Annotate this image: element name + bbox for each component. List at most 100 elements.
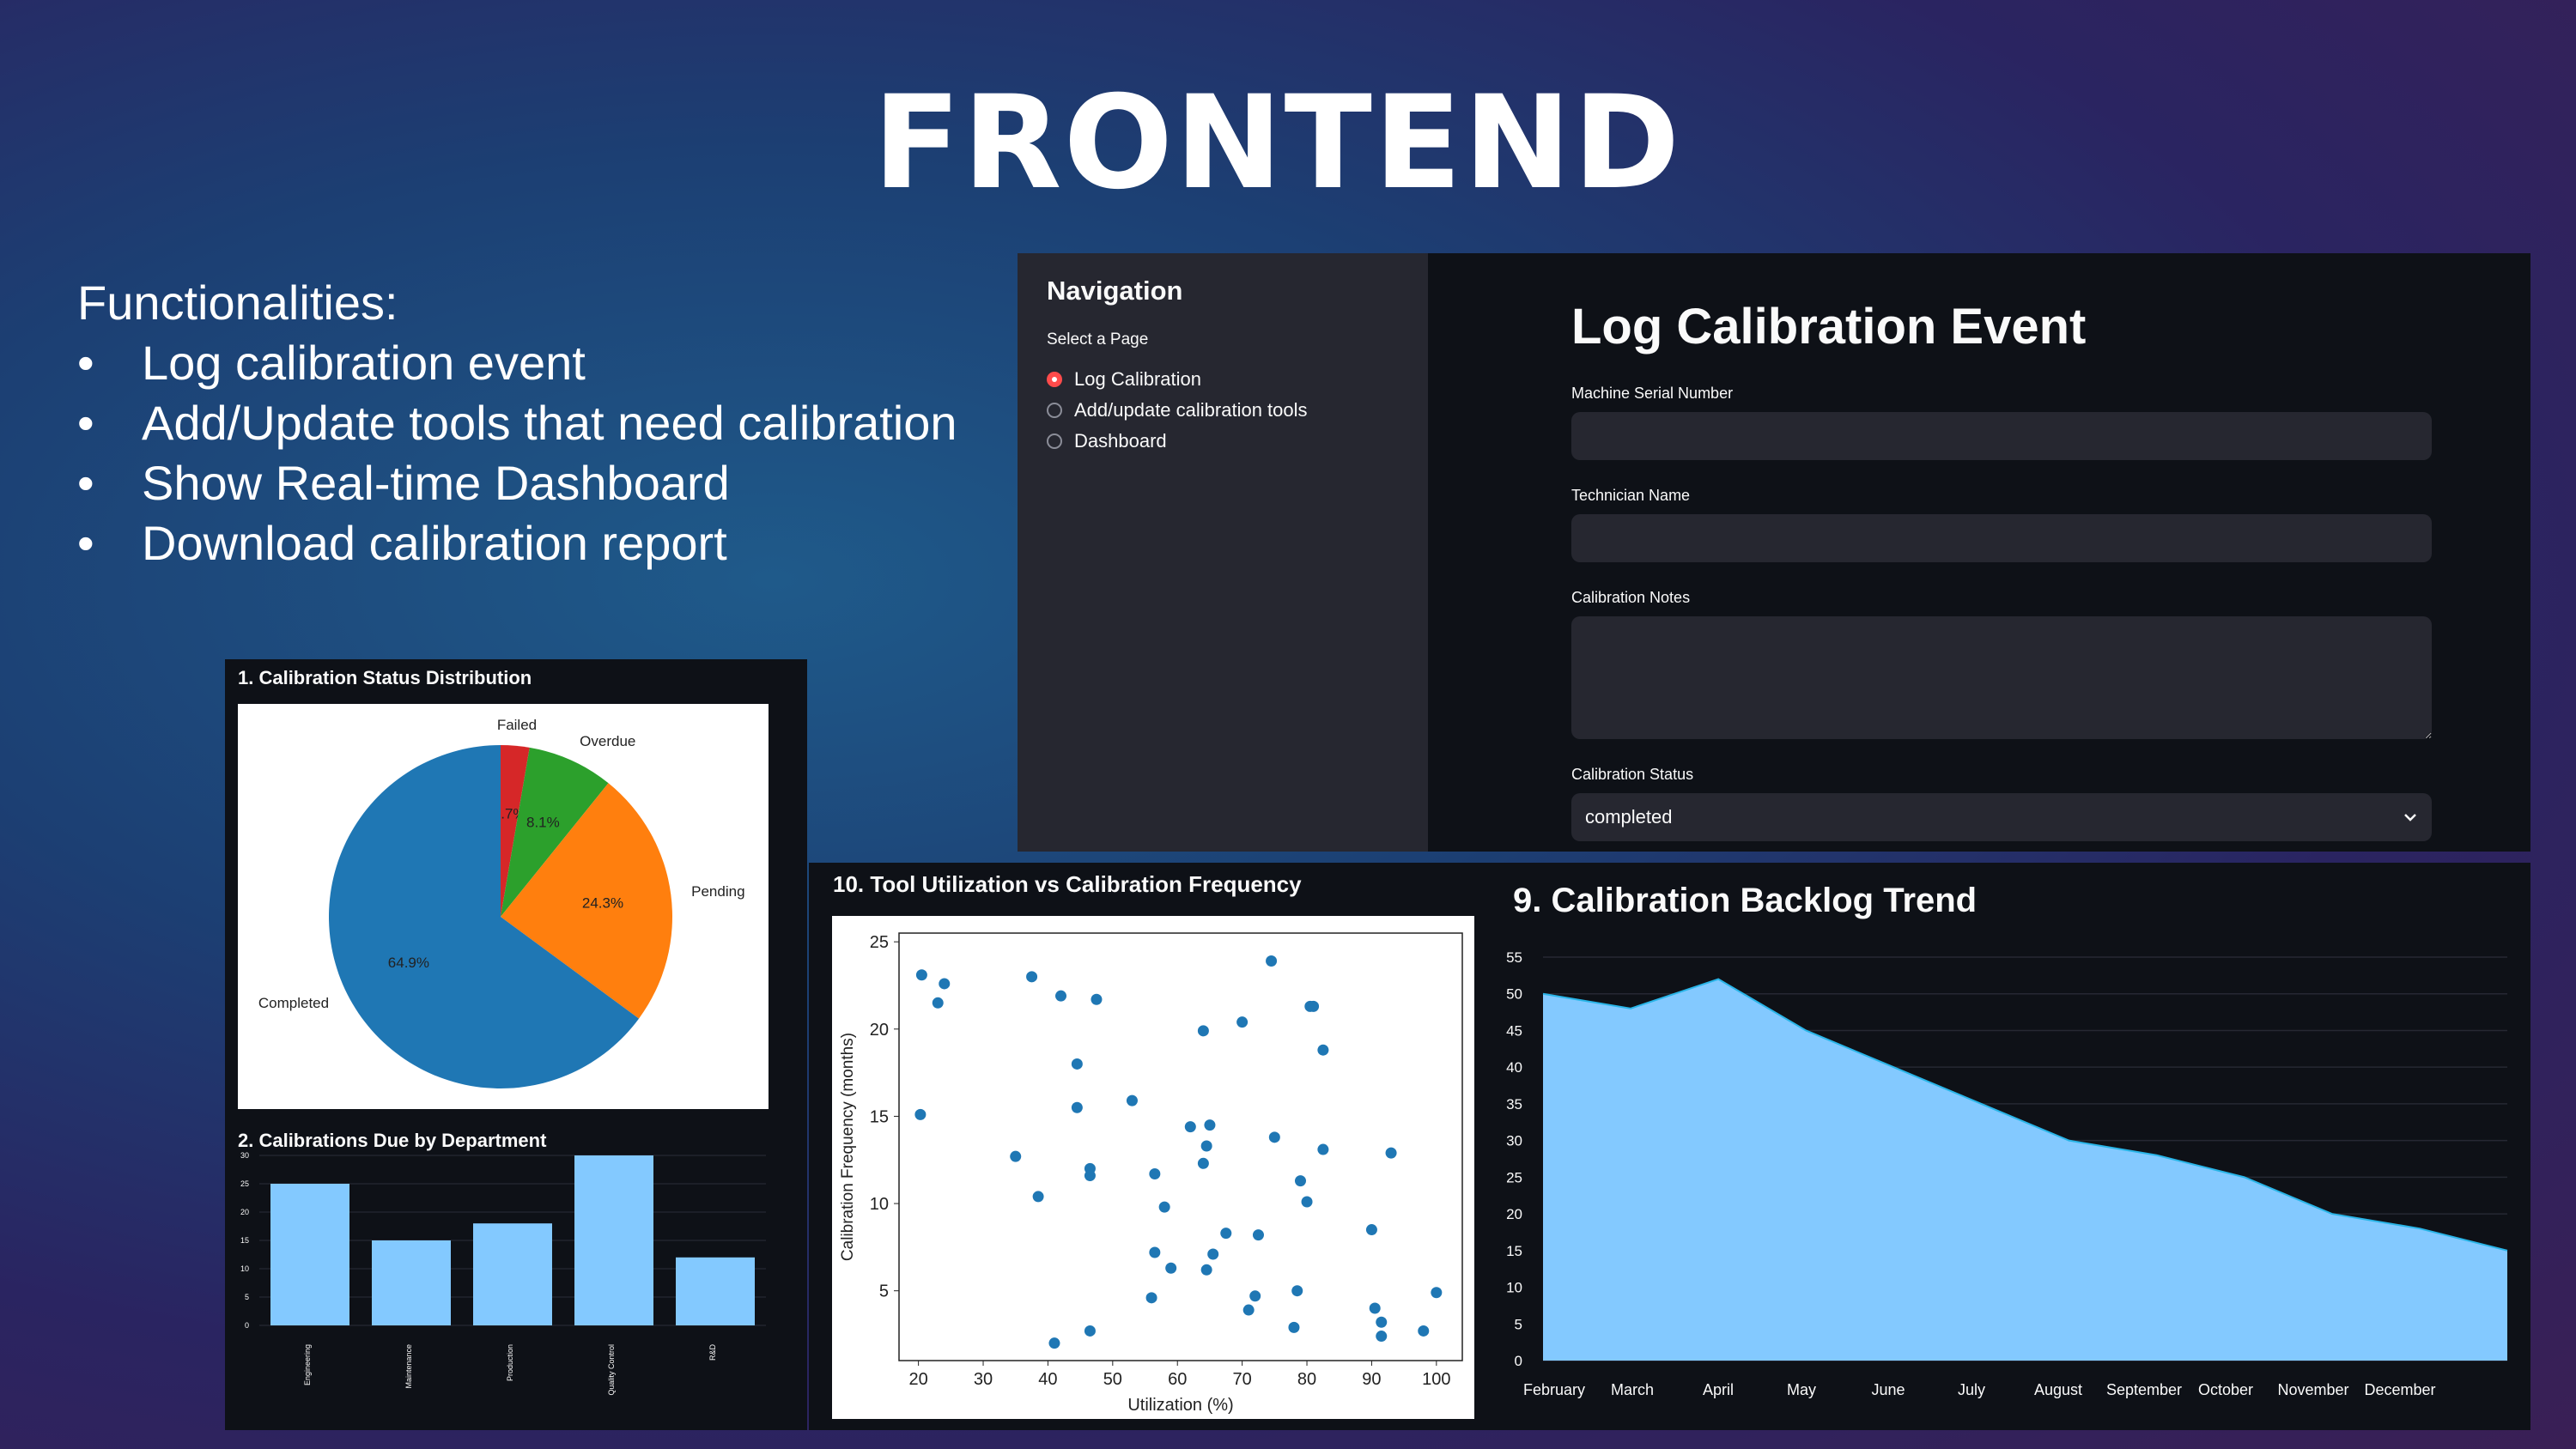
scatter-point: [1048, 1337, 1060, 1349]
area-xtick-label: July: [1958, 1381, 1985, 1398]
bar-ytick-label: 20: [240, 1208, 249, 1216]
scatter-point: [1184, 1121, 1196, 1133]
scatter-point: [1294, 1175, 1306, 1187]
bar: [676, 1257, 755, 1325]
pie-category-label: Overdue: [580, 733, 635, 749]
bar: [473, 1223, 552, 1325]
scatter-point: [1376, 1331, 1388, 1343]
bar: [270, 1184, 349, 1325]
scatter-point: [1084, 1325, 1096, 1337]
scatter-point: [1071, 1058, 1083, 1070]
functionality-item: Log calibration event: [77, 333, 957, 393]
radio-selected-icon: [1047, 372, 1062, 387]
bar-category-label: Maintenance: [404, 1344, 413, 1389]
scatter-point: [1200, 1264, 1212, 1276]
pie-category-label: Completed: [258, 995, 329, 1011]
status-selected-value: completed: [1585, 806, 1673, 828]
area-xtick-label: March: [1611, 1381, 1654, 1398]
sidebar: Navigation Select a Page Log Calibration…: [1018, 253, 1428, 852]
area-xtick-label: December: [2364, 1381, 2435, 1398]
bar-category-label: Quality Control: [607, 1344, 616, 1396]
pie-chart-title: 1. Calibration Status Distribution: [238, 667, 532, 688]
pie-category-label: Pending: [691, 883, 744, 900]
scatter-point: [1288, 1321, 1300, 1333]
scatter-point: [1266, 955, 1278, 967]
bar-ytick-label: 10: [240, 1264, 249, 1273]
scatter-xtick-label: 70: [1233, 1370, 1252, 1389]
scatter-point: [1091, 993, 1103, 1005]
area-ytick-label: 35: [1506, 1096, 1522, 1113]
radio-log-calibration[interactable]: Log Calibration: [1047, 368, 1201, 391]
scatter-xtick-label: 100: [1422, 1370, 1450, 1389]
technician-name-input[interactable]: [1571, 514, 2432, 562]
area-xtick-label: April: [1703, 1381, 1734, 1398]
scatter-point: [1126, 1094, 1138, 1106]
scatter-xtick-label: 40: [1038, 1370, 1057, 1389]
scatter-xtick-label: 50: [1103, 1370, 1122, 1389]
scatter-xtick-label: 80: [1297, 1370, 1316, 1389]
area-ytick-label: 45: [1506, 1022, 1522, 1039]
scatter-xtick-label: 30: [974, 1370, 993, 1389]
scatter-point: [1158, 1201, 1170, 1213]
area-xtick-label: May: [1787, 1381, 1816, 1398]
scatter-point: [1197, 1025, 1209, 1037]
scatter-point: [1207, 1248, 1219, 1260]
scatter-point: [1032, 1191, 1044, 1203]
calibration-notes-textarea[interactable]: [1571, 616, 2432, 739]
scatter-point: [1418, 1325, 1430, 1337]
scatter-point: [1145, 1292, 1157, 1304]
radio-unselected-icon: [1047, 403, 1062, 418]
calibration-status-select[interactable]: completed: [1571, 793, 2432, 841]
scatter-ytick-label: 25: [870, 933, 889, 952]
scatter-point: [1249, 1290, 1261, 1302]
functionalities-list: Functionalities: Log calibration event A…: [77, 273, 957, 573]
pie-percent-label: 24.3%: [582, 895, 623, 912]
area-chart-pane: 9. Calibration Backlog Trend 0 5 10 15 20 25 3…: [1492, 863, 2530, 1430]
scatter-point: [1369, 1302, 1381, 1314]
scatter-point: [1317, 1143, 1329, 1155]
scatter-point: [1376, 1316, 1388, 1328]
bar: [372, 1240, 451, 1325]
bar-ytick-label: 15: [240, 1236, 249, 1245]
scatter-point: [1197, 1157, 1209, 1169]
scatter-point: [932, 997, 944, 1009]
radio-add-update-tools[interactable]: Add/update calibration tools: [1047, 399, 1308, 421]
area-ytick-label: 15: [1506, 1243, 1522, 1259]
area-ytick-label: 5: [1515, 1316, 1522, 1332]
bar-category-label: Engineering: [303, 1344, 312, 1385]
scatter-point: [1220, 1228, 1232, 1240]
scatter-ytick-label: 15: [870, 1107, 889, 1126]
page-title: Log Calibration Event: [1571, 299, 2087, 355]
area-ytick-label: 10: [1506, 1280, 1522, 1296]
functionality-item: Show Real-time Dashboard: [77, 453, 957, 513]
status-dept-charts: 1. Calibration Status Distribution 2.7% F…: [225, 659, 807, 1430]
scatter-y-axis-label: Calibration Frequency (months): [839, 1033, 857, 1261]
area-ytick-label: 20: [1506, 1206, 1522, 1222]
area-fill: [1543, 979, 2507, 1361]
serial-number-input[interactable]: [1571, 412, 2432, 460]
scatter-point: [1268, 1131, 1280, 1143]
bar-ytick-label: 5: [245, 1293, 249, 1301]
bar-ytick-label: 25: [240, 1179, 249, 1188]
functionalities-heading: Functionalities:: [77, 276, 398, 330]
scatter-point: [1236, 1016, 1249, 1028]
scatter-point: [1149, 1168, 1161, 1180]
radio-unselected-icon: [1047, 433, 1062, 449]
scatter-point: [1308, 1000, 1320, 1012]
app-window: Navigation Select a Page Log Calibration…: [1018, 253, 2530, 852]
chevron-down-icon: [2404, 814, 2416, 822]
area-ytick-label: 25: [1506, 1169, 1522, 1185]
scatter-ytick-label: 5: [879, 1282, 889, 1301]
scatter-point: [1026, 971, 1038, 983]
scatter-point: [1204, 1119, 1216, 1131]
scatter-chart-pane: 10. Tool Utilization vs Calibration Freq…: [809, 863, 1492, 1430]
functionality-item: Download calibration report: [77, 513, 957, 573]
status-label: Calibration Status: [1571, 766, 1694, 783]
area-chart: 0 5 10 15 20 25 30 35 40 45 50 55 February March April…: [1506, 949, 2508, 1398]
radio-dashboard[interactable]: Dashboard: [1047, 430, 1167, 452]
area-xtick-label: October: [2198, 1381, 2253, 1398]
pie-chart: 2.7%Failed8.1%Overdue24.3%Pending64.9%Co…: [258, 717, 745, 1088]
scatter-ytick-label: 20: [870, 1021, 889, 1040]
scatter-xtick-label: 20: [908, 1370, 927, 1389]
bar: [574, 1155, 653, 1325]
